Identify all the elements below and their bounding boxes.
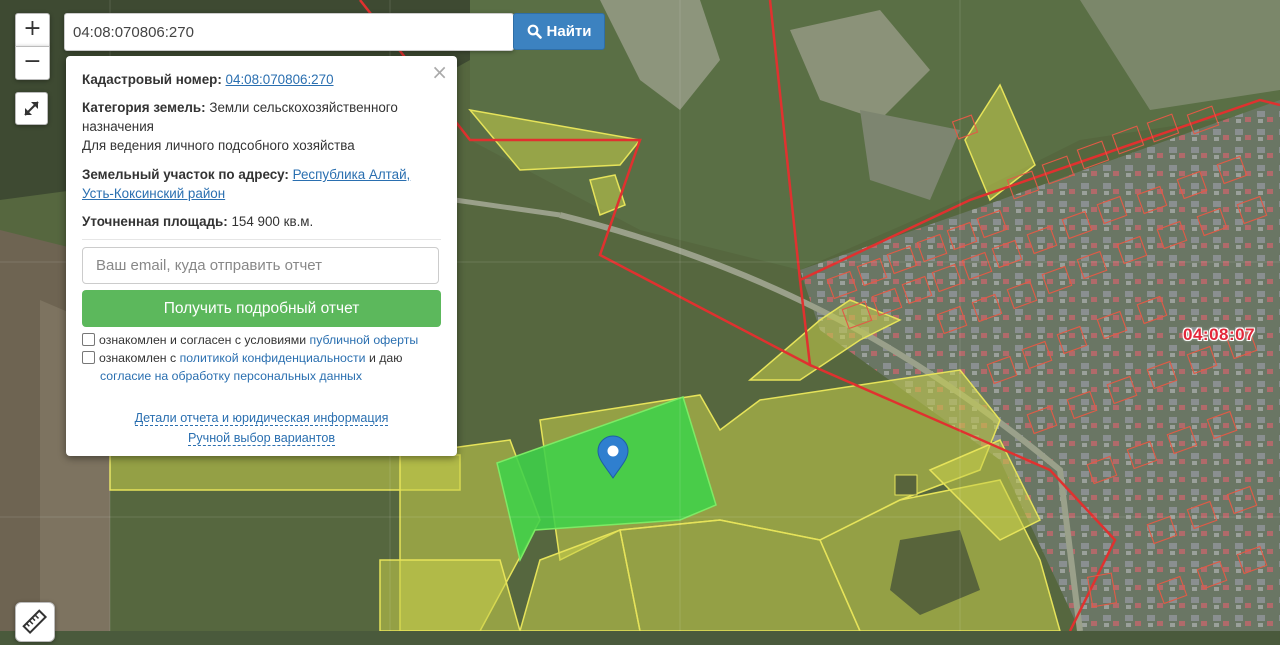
privacy-consent-row: ознакомлен с политикой конфиденциальност… (82, 349, 447, 385)
cadastral-number-link[interactable]: 04:08:070806:270 (226, 72, 334, 87)
area-row: Уточненная площадь: 154 900 кв.м. (82, 212, 441, 231)
divider (82, 239, 441, 240)
personal-data-consent-link[interactable]: согласие на обработку персональных данны… (100, 369, 362, 383)
cadastral-number-row: Кадастровый номер: 04:08:070806:270 (82, 70, 441, 89)
offer-consent-text: ознакомлен и согласен с условиями (99, 333, 307, 347)
privacy-consent-text-2: и даю (368, 351, 403, 365)
get-report-button[interactable]: Получить подробный отчет (82, 290, 441, 327)
offer-consent-row: ознакомлен и согласен с условиями публич… (82, 331, 447, 349)
privacy-consent-checkbox[interactable] (82, 351, 95, 364)
search-icon (527, 24, 542, 39)
address-region-link[interactable]: Республика Алтай, (293, 167, 411, 182)
address-district-link[interactable]: Усть-Коксинский район (82, 186, 225, 201)
privacy-consent-text: ознакомлен с (99, 351, 177, 365)
area-label: Уточненная площадь: (82, 214, 228, 229)
land-category-row: Категория земель: Земли сельскохозяйстве… (82, 98, 441, 155)
search-input[interactable] (64, 13, 514, 51)
report-details-row: Детали отчета и юридическая информация (66, 411, 457, 426)
email-input[interactable] (82, 247, 439, 284)
area-value: 154 900 кв.м. (231, 214, 314, 229)
report-details-link[interactable]: Детали отчета и юридическая информация (134, 411, 389, 426)
ruler-icon (22, 609, 48, 635)
offer-consent-checkbox[interactable] (82, 333, 95, 346)
zoom-in-button[interactable]: + (15, 13, 50, 47)
manual-selection-link[interactable]: Ручной выбор вариантов (187, 431, 336, 446)
land-category-label: Категория земель: (82, 100, 206, 115)
parcel-info-panel: × Кадастровый номер: 04:08:070806:270 Ка… (66, 56, 457, 456)
search-button[interactable]: Найти (513, 13, 605, 50)
ruler-button[interactable] (15, 602, 55, 642)
land-category-value: Земли сельскохозяйственного (209, 100, 398, 115)
zoom-out-button[interactable]: − (15, 46, 50, 80)
parcel-map-label: 04:08:07 (1183, 325, 1256, 344)
cadastral-number-label: Кадастровый номер: (82, 72, 222, 87)
address-label: Земельный участок по адресу: (82, 167, 289, 182)
public-offer-link[interactable]: публичной оферты (310, 333, 419, 347)
address-row: Земельный участок по адресу: Республика … (82, 165, 441, 203)
privacy-policy-link[interactable]: политикой конфиденциальности (180, 351, 366, 365)
land-usage-value: Для ведения личного подсобного хозяйства (82, 138, 355, 153)
manual-selection-row: Ручной выбор вариантов (66, 431, 457, 446)
expand-icon (24, 101, 39, 116)
search-button-label: Найти (546, 23, 592, 40)
fullscreen-button[interactable] (15, 92, 48, 125)
land-category-value-cont: назначения (82, 119, 154, 134)
